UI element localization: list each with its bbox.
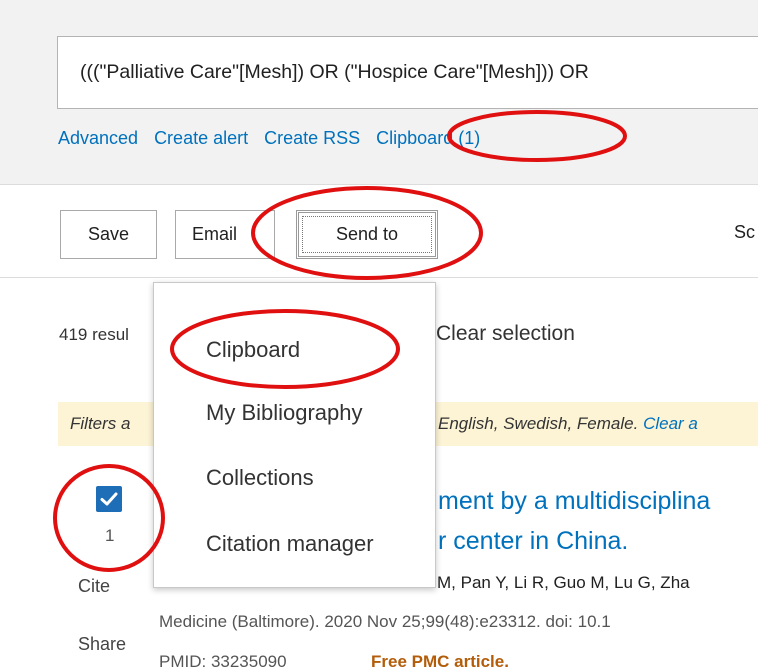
annotation-ellipse-checkbox — [53, 464, 165, 572]
result-number: 1 — [105, 526, 115, 545]
sort-label[interactable]: Sc — [734, 222, 755, 243]
result-citation: Medicine (Baltimore). 2020 Nov 25;99(48)… — [159, 612, 611, 631]
send-to-menu: Clipboard My Bibliography Collections Ci… — [153, 282, 436, 588]
divider — [0, 184, 758, 185]
create-alert-link[interactable]: Create alert — [154, 128, 248, 149]
filters-values: English, Swedish, Female. Clear a — [438, 414, 698, 434]
menu-item-clipboard[interactable]: Clipboard — [206, 337, 300, 363]
search-input[interactable]: ((("Palliative Care"[Mesh]) OR ("Hospice… — [57, 36, 758, 109]
share-button[interactable]: Share — [78, 634, 126, 655]
menu-item-my-bibliography[interactable]: My Bibliography — [206, 400, 363, 426]
filters-label: Filters a — [70, 414, 131, 433]
clear-selection-link[interactable]: Clear selection — [436, 322, 575, 346]
email-button[interactable]: Email — [175, 210, 275, 259]
search-region: ((("Palliative Care"[Mesh]) OR ("Hospice… — [0, 0, 758, 184]
filters-list: English, Swedish, Female. — [438, 414, 639, 433]
clear-filters-link[interactable]: Clear a — [643, 414, 698, 433]
free-pmc-badge[interactable]: Free PMC article. — [371, 652, 509, 670]
clipboard-link[interactable]: Clipboard (1) — [376, 128, 480, 149]
checkmark-icon — [100, 492, 118, 506]
result-checkbox[interactable] — [96, 486, 122, 512]
menu-item-citation-manager[interactable]: Citation manager — [206, 531, 374, 557]
result-authors: M, Pan Y, Li R, Guo M, Lu G, Zha — [437, 573, 690, 592]
divider — [0, 277, 758, 278]
send-to-button[interactable]: Send to — [296, 210, 438, 259]
advanced-link[interactable]: Advanced — [58, 128, 138, 149]
result-count: 419 resul — [59, 325, 129, 344]
menu-item-collections[interactable]: Collections — [206, 465, 314, 491]
cite-button[interactable]: Cite — [78, 576, 110, 597]
result-pmid: PMID: 33235090 — [159, 652, 287, 670]
app-screen: ((("Palliative Care"[Mesh]) OR ("Hospice… — [0, 0, 758, 670]
save-button[interactable]: Save — [60, 210, 157, 259]
result-title-line-1[interactable]: ment by a multidisciplina — [438, 487, 710, 516]
create-rss-link[interactable]: Create RSS — [264, 128, 360, 149]
result-title-line-2[interactable]: r center in China. — [438, 527, 628, 556]
search-links: Advanced Create alert Create RSS Clipboa… — [58, 124, 480, 152]
